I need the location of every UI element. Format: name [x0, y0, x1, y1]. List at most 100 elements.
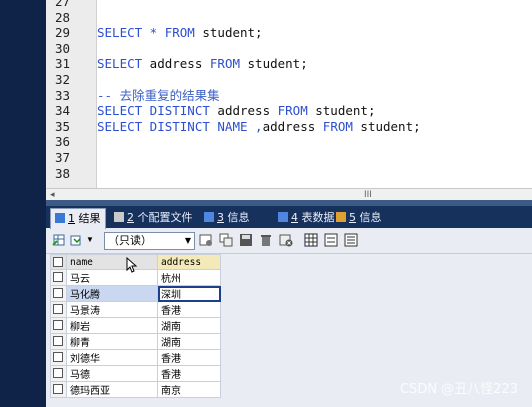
checkbox-icon[interactable] — [53, 368, 63, 378]
table-row[interactable]: 马化腾 深圳 — [50, 285, 221, 302]
sql-comment: -- 去除重复的结果集 — [97, 87, 220, 103]
code-line[interactable]: -- 去除重复的结果集 — [97, 88, 220, 103]
table-cell[interactable]: 柳岩 — [66, 317, 158, 334]
table-data-icon — [278, 212, 288, 222]
table-cell[interactable]: 香港 — [157, 365, 221, 382]
checkbox-icon[interactable] — [53, 257, 63, 267]
row-checkbox[interactable] — [50, 333, 67, 350]
tab-number: 3 — [217, 211, 224, 224]
line-number: 29 — [54, 25, 70, 41]
table-cell[interactable]: 马景涛 — [66, 301, 158, 318]
line-number: 34 — [54, 103, 70, 119]
text-view-icon[interactable] — [344, 233, 358, 247]
row-checkbox[interactable] — [50, 254, 67, 270]
messages-icon — [336, 212, 346, 222]
column-header[interactable]: name — [66, 254, 158, 270]
sql-text: student; — [352, 118, 421, 134]
tab-results-grid[interactable]: 1 结果 — [50, 208, 106, 229]
table-cell[interactable]: 杭州 — [157, 269, 221, 286]
table-cell[interactable]: 马云 — [66, 269, 158, 286]
results-toolbar: ▼ （只读） ▼ — [46, 229, 532, 254]
code-line[interactable]: SELECT DISTINCT NAME ,address FROM stude… — [97, 119, 421, 134]
table-cell[interactable]: 香港 — [157, 301, 221, 318]
sql-text: student; — [307, 103, 376, 119]
table-cell[interactable]: 马德 — [66, 365, 158, 382]
row-checkbox[interactable] — [50, 317, 67, 334]
code-line[interactable]: SELECT address FROM student; — [97, 56, 308, 71]
grid-view-icon[interactable] — [304, 233, 318, 247]
results-panel: 1 结果 2 个配置文件 3 信息 4 表数据 5 信息 ▼ （只读） ▼ name ad… — [46, 206, 532, 407]
line-number: 27 — [54, 0, 70, 9]
row-checkbox[interactable] — [50, 349, 67, 366]
tab-info[interactable]: 3 信息 — [204, 208, 250, 228]
export-grid-icon[interactable] — [52, 233, 66, 247]
tab-label: 结果 — [78, 212, 101, 225]
table-cell[interactable]: 马化腾 — [66, 285, 158, 302]
read-only-mode-label: （只读） — [108, 234, 152, 247]
table-cell[interactable]: 湖南 — [157, 333, 221, 350]
code-line[interactable]: SELECT DISTINCT address FROM student; — [97, 103, 375, 118]
line-number: 36 — [54, 134, 70, 150]
table-cell[interactable]: 南京 — [157, 381, 221, 398]
checkbox-icon[interactable] — [53, 336, 63, 346]
add-row-icon[interactable] — [199, 233, 213, 247]
line-number: 37 — [54, 150, 70, 165]
table-row[interactable]: 马景涛 香港 — [50, 301, 221, 318]
table-cell[interactable]: 刘德华 — [66, 349, 158, 366]
tab-messages[interactable]: 5 信息 — [336, 208, 382, 228]
sql-text: student; — [240, 56, 308, 72]
row-checkbox[interactable] — [50, 381, 67, 398]
watermark: CSDN @丑八怪223 — [399, 382, 518, 397]
table-row[interactable]: 刘德华 香港 — [50, 349, 221, 366]
row-checkbox[interactable] — [50, 269, 67, 286]
cancel-changes-icon[interactable] — [279, 233, 293, 247]
tab-table-data[interactable]: 4 表数据 — [278, 208, 335, 228]
results-tabs: 1 结果 2 个配置文件 3 信息 4 表数据 5 信息 — [46, 206, 532, 229]
sql-keyword: FROM — [209, 56, 240, 72]
tab-label: 信息 — [227, 211, 250, 224]
tab-number: 1 — [68, 212, 75, 225]
form-view-icon[interactable] — [324, 233, 338, 247]
checkbox-icon[interactable] — [53, 320, 63, 330]
results-grid[interactable]: name address 马云 杭州 马化腾 深圳 马景涛 香港 柳岩 湖南 柳青 湖南 刘德华 香港 马德… — [50, 254, 221, 398]
table-row[interactable]: 德玛西亚 南京 — [50, 381, 221, 398]
sql-keyword: FROM — [277, 103, 308, 119]
sql-keyword: SELECT DISTINCT — [97, 103, 210, 119]
sql-editor[interactable]: 27 28 29 SELECT * FROM student; 30 31 SELECT a… — [46, 0, 532, 201]
mouse-cursor-icon — [126, 257, 138, 273]
sql-text: address — [142, 56, 210, 72]
checkbox-icon[interactable] — [53, 304, 63, 314]
tab-number: 2 — [127, 211, 134, 224]
delete-icon[interactable] — [259, 233, 273, 247]
line-number: 30 — [54, 40, 70, 56]
table-row[interactable]: 柳青 湖南 — [50, 333, 221, 350]
tab-profile[interactable]: 2 个配置文件 — [114, 208, 193, 228]
table-cell[interactable]: 深圳 — [157, 285, 221, 302]
table-cell[interactable]: 香港 — [157, 349, 221, 366]
table-row[interactable]: 柳岩 湖南 — [50, 317, 221, 334]
save-icon[interactable] — [239, 233, 253, 247]
checkbox-icon[interactable] — [53, 288, 63, 298]
checkbox-icon[interactable] — [53, 384, 63, 394]
line-number: 28 — [54, 9, 70, 25]
row-checkbox[interactable] — [50, 301, 67, 318]
tab-number: 4 — [291, 211, 298, 224]
table-cell[interactable]: 德玛西亚 — [66, 381, 158, 398]
sql-text: address — [262, 118, 323, 134]
row-checkbox[interactable] — [50, 365, 67, 382]
table-cell[interactable]: 柳青 — [66, 333, 158, 350]
checkbox-icon[interactable] — [53, 272, 63, 282]
read-only-mode-select[interactable]: （只读） ▼ — [104, 232, 195, 250]
column-header[interactable]: address — [157, 254, 221, 270]
duplicate-row-icon[interactable] — [219, 233, 233, 247]
tab-label: 信息 — [359, 211, 382, 224]
chevron-down-icon: ▼ — [184, 236, 191, 245]
code-line[interactable]: SELECT * FROM student; — [97, 25, 263, 40]
dropdown-arrow-icon[interactable]: ▼ — [86, 235, 94, 244]
line-number: 35 — [54, 118, 70, 134]
import-dropdown-icon[interactable] — [70, 233, 84, 247]
table-row[interactable]: 马德 香港 — [50, 365, 221, 382]
row-checkbox[interactable] — [50, 285, 67, 302]
checkbox-icon[interactable] — [53, 352, 63, 362]
table-cell[interactable]: 湖南 — [157, 317, 221, 334]
